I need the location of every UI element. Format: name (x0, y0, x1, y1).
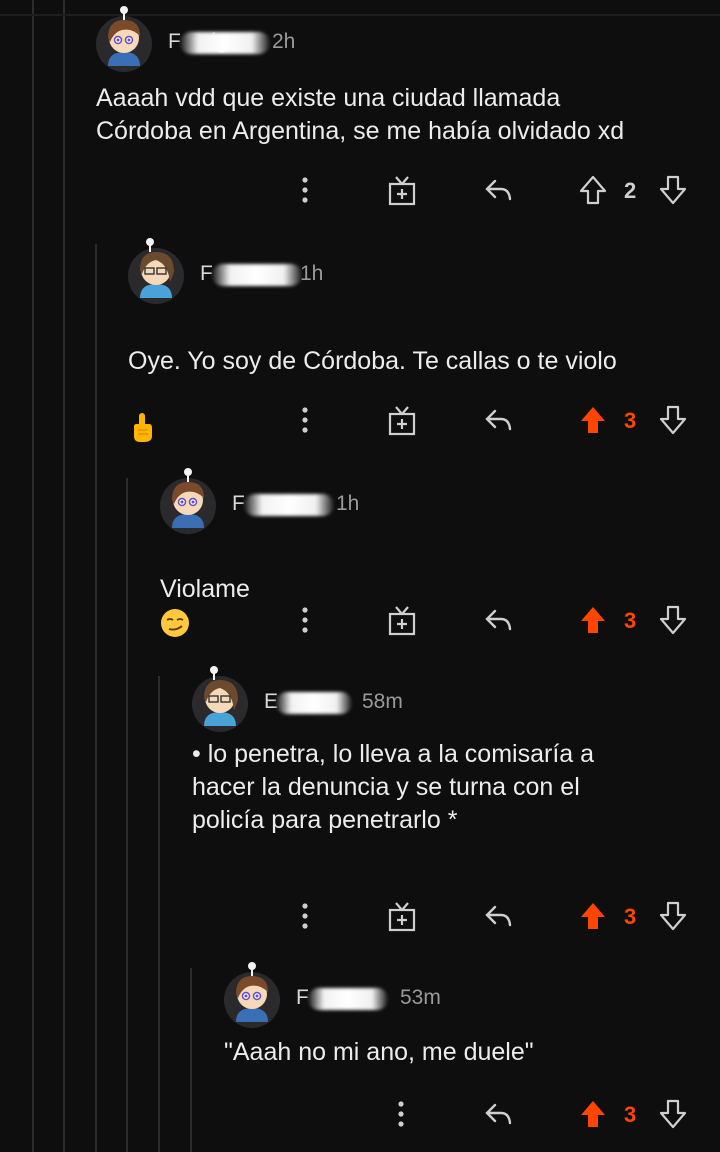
more-vertical-icon (398, 1101, 404, 1127)
reply-icon (485, 1103, 512, 1125)
reply-button[interactable] (478, 1094, 518, 1134)
comment-5: F 53m "Aaah no mi ano, me duele" 3 (0, 0, 720, 1152)
upvote-arrow-filled-icon (581, 1101, 605, 1127)
upvote-button[interactable] (576, 1094, 610, 1134)
comment-actions: 3 (0, 1094, 720, 1134)
vote-count: 3 (624, 1102, 637, 1127)
more-options-button[interactable] (386, 1094, 416, 1134)
avatar[interactable] (224, 962, 280, 1028)
downvote-button[interactable] (656, 1094, 690, 1134)
timestamp: 53m (400, 986, 441, 1009)
downvote-arrow-icon (659, 1099, 687, 1129)
comment-body: "Aaah no mi ano, me duele" (224, 1038, 534, 1066)
username[interactable]: F (296, 986, 309, 1010)
avatar-icon (236, 962, 268, 1022)
username-redaction (308, 988, 388, 1010)
